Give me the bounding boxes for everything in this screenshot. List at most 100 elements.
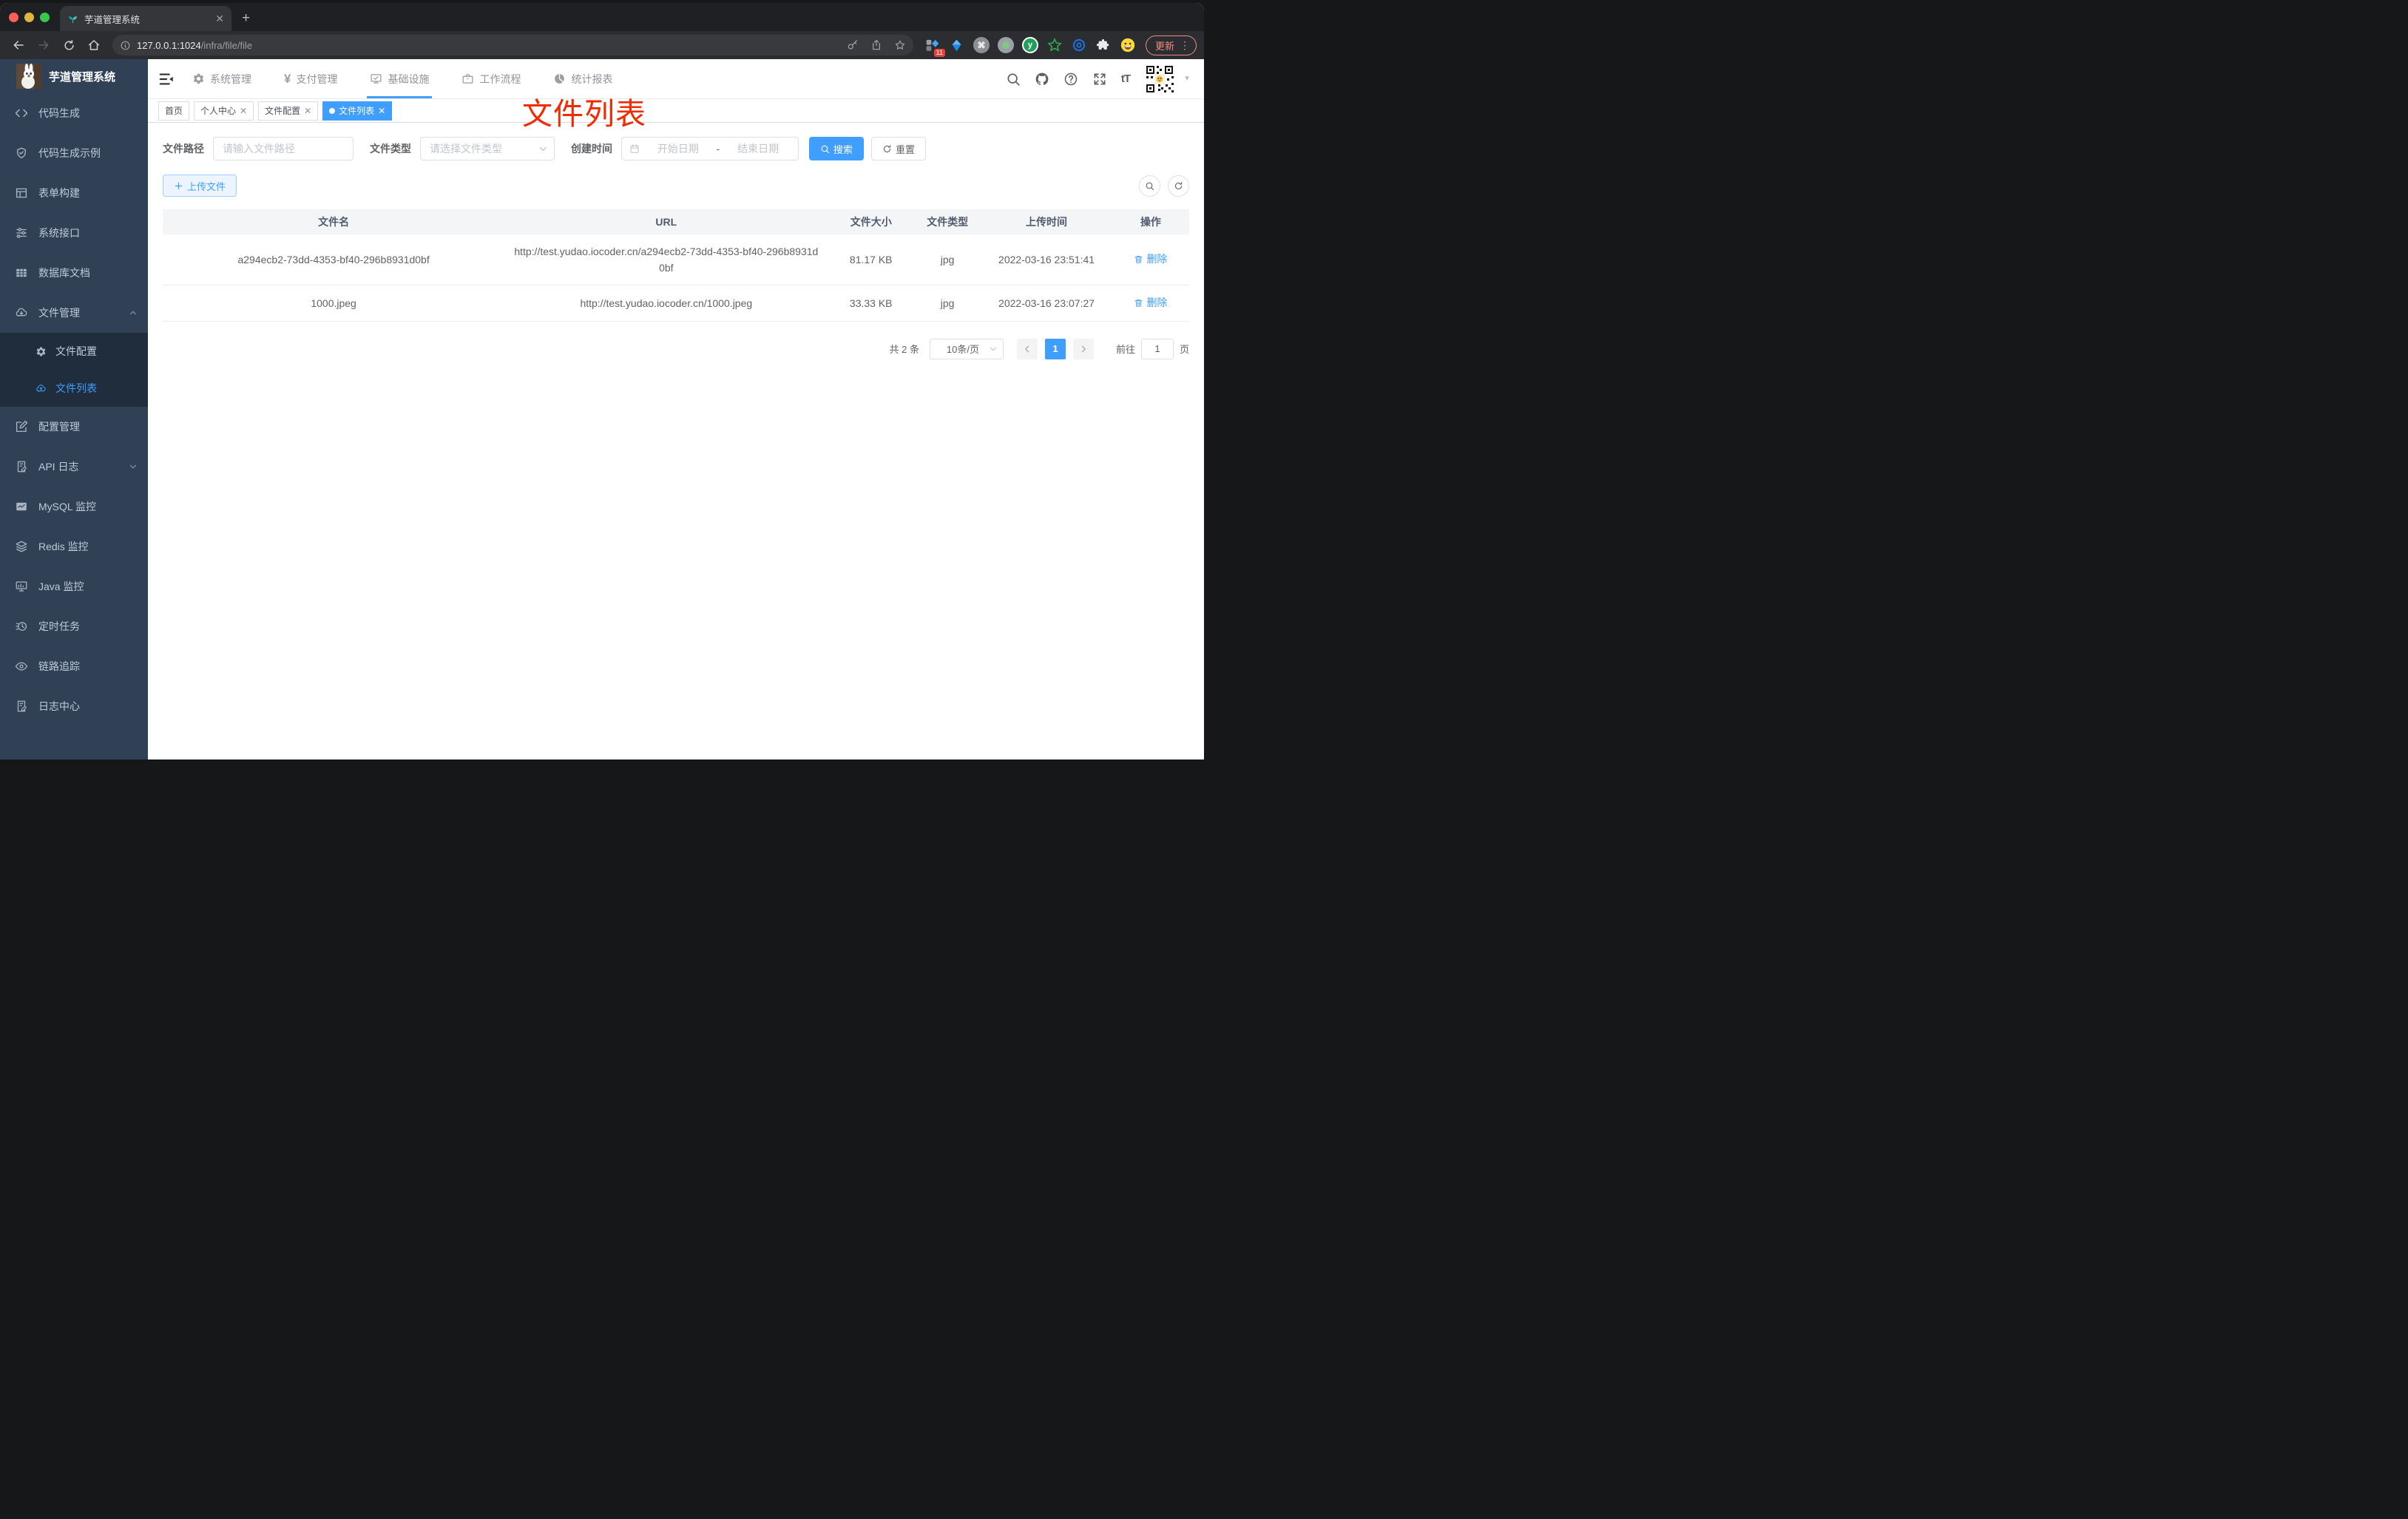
tag-home[interactable]: 首页	[158, 101, 190, 121]
create-time-label: 创建时间	[571, 143, 612, 155]
reset-button[interactable]: 重置	[871, 137, 927, 160]
close-window-button[interactable]	[9, 12, 18, 22]
sidebar-item-log-center[interactable]: 日志中心	[0, 686, 148, 726]
close-icon[interactable]: ✕	[240, 106, 247, 116]
header-actions: tT ▼	[1006, 64, 1191, 95]
date-range-picker[interactable]: 开始日期 - 结束日期	[621, 137, 799, 160]
extension-green-star-icon[interactable]	[1046, 36, 1063, 54]
sidebar-item-file-config[interactable]: 文件配置	[0, 333, 148, 370]
delete-button[interactable]: 删除	[1134, 294, 1167, 311]
share-icon[interactable]	[870, 39, 882, 51]
col-filesize: 文件大小	[828, 209, 914, 234]
extension-kite-icon[interactable]	[948, 36, 966, 54]
page-size-select[interactable]: 10条/页	[929, 338, 1004, 359]
tag-file-config[interactable]: 文件配置 ✕	[258, 101, 319, 121]
form-icon	[15, 186, 28, 200]
top-nav-system[interactable]: 系统管理	[192, 59, 251, 98]
table-row: a294ecb2-73dd-4353-bf40-296b8931d0bf htt…	[163, 234, 1189, 285]
chart-icon	[15, 500, 28, 513]
delete-button[interactable]: 删除	[1134, 251, 1167, 267]
monitor-icon	[15, 580, 28, 593]
sidebar-item-mysql-monitor[interactable]: MySQL 监控	[0, 487, 148, 527]
sidebar-collapse-icon[interactable]	[158, 71, 175, 87]
fullscreen-icon[interactable]	[1092, 72, 1107, 87]
new-tab-button[interactable]: +	[242, 10, 250, 27]
help-question-icon[interactable]	[1063, 72, 1078, 87]
sidebar-item-api-log[interactable]: API 日志	[0, 447, 148, 487]
show-search-toggle-button[interactable]	[1139, 175, 1160, 197]
upload-file-button[interactable]: 上传文件	[163, 175, 237, 197]
sidebar-item-scheduled-tasks[interactable]: 定时任务	[0, 606, 148, 646]
font-size-icon[interactable]: tT	[1121, 72, 1131, 85]
search-button[interactable]: 搜索	[809, 137, 865, 160]
tag-file-list[interactable]: 文件列表 ✕	[322, 101, 393, 121]
sidebar-item-file-list[interactable]: 文件列表	[0, 370, 148, 407]
plus-icon	[174, 181, 183, 191]
search-icon[interactable]	[1006, 72, 1021, 87]
cell-url: http://test.yudao.iocoder.cn/1000.jpeg	[504, 285, 828, 322]
extensions-puzzle-icon[interactable]	[1095, 36, 1112, 54]
top-nav-payment[interactable]: ¥ 支付管理	[284, 59, 337, 98]
browser-menu-dots-icon[interactable]: ⋮	[1180, 39, 1190, 52]
goto-page-input[interactable]	[1140, 338, 1174, 359]
sidebar-item-db-doc[interactable]: 数据库文档	[0, 253, 148, 293]
file-path-input[interactable]	[213, 137, 354, 160]
yen-icon: ¥	[284, 72, 291, 86]
top-nav-reports[interactable]: 统计报表	[553, 59, 612, 98]
sidebar-item-config-management[interactable]: 配置管理	[0, 407, 148, 447]
file-type-select[interactable]: 请选择文件类型	[420, 137, 555, 160]
extension-blue-rings-icon[interactable]	[1070, 36, 1088, 54]
extension-green-dot-icon[interactable]	[997, 36, 1015, 54]
top-nav-workflow[interactable]: 工作流程	[461, 59, 521, 98]
extension-blue-diamond-icon[interactable]: 11	[924, 36, 945, 57]
page-number-button[interactable]: 1	[1044, 338, 1066, 359]
minimize-window-button[interactable]	[24, 12, 34, 22]
sidebar-item-form-builder[interactable]: 表单构建	[0, 173, 148, 213]
close-icon[interactable]: ✕	[304, 106, 311, 116]
sidebar-logo[interactable]: 芋道管理系统	[0, 59, 148, 93]
sidebar-item-system-api[interactable]: 系统接口	[0, 213, 148, 253]
reload-button[interactable]	[58, 34, 80, 56]
col-filename: 文件名	[163, 209, 505, 234]
sidebar-item-redis-monitor[interactable]: Redis 监控	[0, 527, 148, 566]
chevron-up-icon	[129, 308, 138, 317]
site-info-icon[interactable]	[120, 40, 131, 51]
refresh-table-button[interactable]	[1168, 175, 1189, 197]
sidebar-item-code-gen[interactable]: 代码生成	[0, 93, 148, 133]
app-header: 系统管理 ¥ 支付管理 基础设施 工作流程 统计报表 tT ▼	[148, 59, 1204, 99]
address-bar[interactable]: 127.0.0.1:1024/infra/file/file	[112, 35, 913, 55]
home-button[interactable]	[83, 34, 105, 56]
trash-icon	[1134, 254, 1143, 264]
cloud-upload-icon	[35, 383, 47, 394]
tab-close-icon[interactable]: ✕	[215, 13, 224, 25]
sidebar-item-trace[interactable]: 链路追踪	[0, 646, 148, 686]
close-icon[interactable]: ✕	[378, 106, 385, 116]
back-button[interactable]	[7, 34, 30, 56]
range-separator: -	[716, 143, 720, 155]
github-icon[interactable]	[1035, 72, 1049, 87]
cell-filetype: jpg	[914, 285, 981, 322]
password-key-icon[interactable]	[847, 39, 859, 51]
col-upload-time: 上传时间	[981, 209, 1112, 234]
cell-filename: 1000.jpeg	[163, 285, 505, 322]
user-avatar-qr[interactable]	[1144, 64, 1175, 95]
profile-avatar-emoji[interactable]	[1119, 36, 1137, 54]
chrome-update-button[interactable]: 更新 ⋮	[1145, 35, 1197, 55]
chevron-down-icon	[538, 144, 548, 154]
code-icon	[15, 106, 28, 120]
sidebar-item-code-demo[interactable]: 代码生成示例	[0, 133, 148, 173]
sidebar-item-file-management[interactable]: 文件管理	[0, 293, 148, 333]
extension-y-icon[interactable]: y	[1021, 36, 1039, 54]
tag-profile[interactable]: 个人中心 ✕	[194, 101, 254, 121]
browser-tab[interactable]: 芋道管理系统 ✕	[60, 6, 231, 31]
avatar-caret-down-icon[interactable]: ▼	[1183, 75, 1191, 83]
prev-page-button[interactable]	[1016, 338, 1038, 359]
sidebar-item-java-monitor[interactable]: Java 监控	[0, 566, 148, 606]
layers-icon	[15, 540, 28, 553]
top-nav-infrastructure[interactable]: 基础设施	[367, 59, 433, 98]
next-page-button[interactable]	[1072, 338, 1094, 359]
forward-button[interactable]	[33, 34, 55, 56]
bookmark-star-icon[interactable]	[894, 39, 906, 51]
extension-command-icon[interactable]: ⌘	[973, 36, 990, 54]
zoom-window-button[interactable]	[40, 12, 50, 22]
